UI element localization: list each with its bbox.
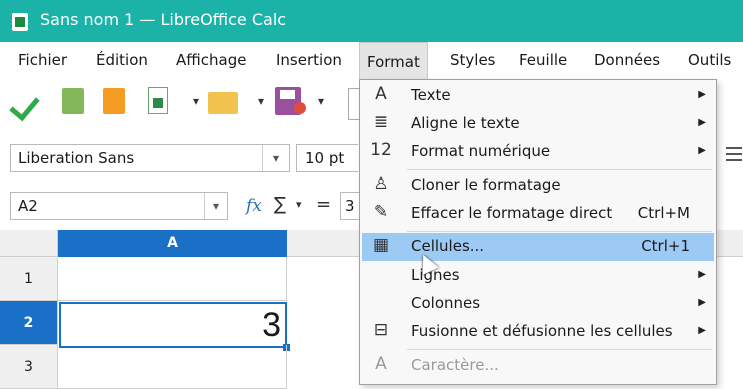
number-format-icon: 12 [370,140,392,160]
menu-item-label: Aligne le texte [411,114,520,132]
menu-item-texte[interactable]: A Texte ▶ [362,82,714,110]
menu-item-label: Cloner le formatage [411,176,561,194]
calc-app-icon [12,13,28,31]
sum-icon[interactable]: ∑ [274,194,286,215]
menu-item-colonnes[interactable]: Colonnes ▶ [362,290,714,318]
menu-item-label: Effacer le formatage direct [411,204,613,222]
book-orange-icon[interactable] [103,88,125,114]
open-dropdown-arrow-icon[interactable]: ▾ [258,94,264,108]
align-text-icon: ≣ [373,112,389,132]
menu-item-label: Colonnes [411,294,481,312]
font-size-value: 10 pt [305,149,345,167]
submenu-arrow-icon: ▶ [698,145,706,156]
menu-separator [407,231,712,232]
menu-insertion[interactable]: Insertion [276,51,342,69]
checkmark-icon[interactable] [9,89,40,122]
row-header-3[interactable]: 3 [0,345,58,389]
new-dropdown-arrow-icon[interactable]: ▾ [193,94,199,108]
menu-item-caractere: A Caractère... [362,352,714,380]
cell-a1[interactable] [58,257,287,301]
menu-styles[interactable]: Styles [450,51,496,69]
menu-item-shortcut: Ctrl+M [637,204,690,222]
chevron-down-icon[interactable]: ▾ [262,145,289,171]
save-modified-indicator-icon [294,102,306,114]
format-menu-dropdown: A Texte ▶ ≣ Aligne le texte ▶ 12 Format … [359,79,717,385]
formula-input-value: 3 [345,197,355,215]
menu-item-label: Fusionne et défusionne les cellules [411,322,673,340]
submenu-arrow-icon: ▶ [698,117,706,128]
menu-feuille[interactable]: Feuille [519,51,567,69]
menu-item-cloner-le-formatage[interactable]: ♙ Cloner le formatage [362,172,714,200]
select-all-corner[interactable] [0,230,58,257]
font-size-combobox[interactable]: 10 pt [296,144,358,172]
cell-a3[interactable] [58,345,287,389]
menu-edition[interactable]: Édition [96,51,148,69]
menu-fichier[interactable]: Fichier [18,51,67,69]
name-box-value: A2 [18,197,38,215]
submenu-arrow-icon: ▶ [698,297,706,308]
menu-outils[interactable]: Outils [688,51,731,69]
menu-separator [407,349,712,350]
menu-item-format-numerique[interactable]: 12 Format numérique ▶ [362,138,714,166]
book-green-icon[interactable] [62,88,84,114]
submenu-arrow-icon: ▶ [698,325,706,336]
menu-item-aligne-le-texte[interactable]: ≣ Aligne le texte ▶ [362,110,714,138]
save-dropdown-arrow-icon[interactable]: ▾ [318,94,324,108]
cell-format-icon: ▦ [372,235,390,255]
submenu-arrow-icon: ▶ [698,89,706,100]
merge-cells-icon: ⊟ [373,320,389,340]
row-header-1[interactable]: 1 [0,257,58,301]
menu-item-label: Texte [411,86,451,104]
window-title: Sans nom 1 — LibreOffice Calc [40,10,287,29]
title-bar: Sans nom 1 — LibreOffice Calc [0,0,743,42]
sum-dropdown-arrow-icon[interactable]: ▾ [296,198,302,211]
menu-item-shortcut: Ctrl+1 [641,237,690,255]
clear-formatting-icon: ✎ [373,202,389,222]
menu-item-lignes[interactable]: Lignes ▶ [362,262,714,290]
cell-a2[interactable]: 3 [59,302,287,348]
menu-item-label: Format numérique [411,142,551,160]
menu-separator [407,169,712,170]
menu-donnees[interactable]: Données [594,51,660,69]
name-box[interactable]: A2 ▾ [10,192,228,220]
menu-item-effacer-formatage-direct[interactable]: ✎ Effacer le formatage direct Ctrl+M [362,200,714,228]
align-icon[interactable] [726,147,742,167]
row-header-2[interactable]: 2 [0,301,58,345]
text-icon: A [375,84,387,104]
formula-icon[interactable]: = [316,194,331,215]
font-name-value: Liberation Sans [18,149,135,167]
menu-item-label: Caractère... [411,356,499,374]
menu-affichage[interactable]: Affichage [176,51,246,69]
open-folder-icon[interactable] [208,92,238,114]
chevron-down-icon[interactable]: ▾ [204,193,227,219]
column-header-a[interactable]: A [58,230,287,257]
menu-item-label: Cellules... [411,237,485,255]
menu-item-cellules[interactable]: ▦ Cellules... Ctrl+1 [362,233,714,261]
menu-bar: Fichier Édition Affichage Insertion Form… [0,42,743,80]
new-spreadsheet-icon[interactable] [148,87,168,114]
clone-formatting-icon: ♙ [373,174,389,194]
submenu-arrow-icon: ▶ [698,269,706,280]
character-icon: A [375,354,387,374]
function-wizard-icon[interactable]: fx [246,196,262,216]
font-name-combobox[interactable]: Liberation Sans ▾ [10,144,290,172]
menu-item-fusionne-defusionne[interactable]: ⊟ Fusionne et défusionne les cellules ▶ [362,318,714,346]
menu-format[interactable]: Format [359,42,428,80]
